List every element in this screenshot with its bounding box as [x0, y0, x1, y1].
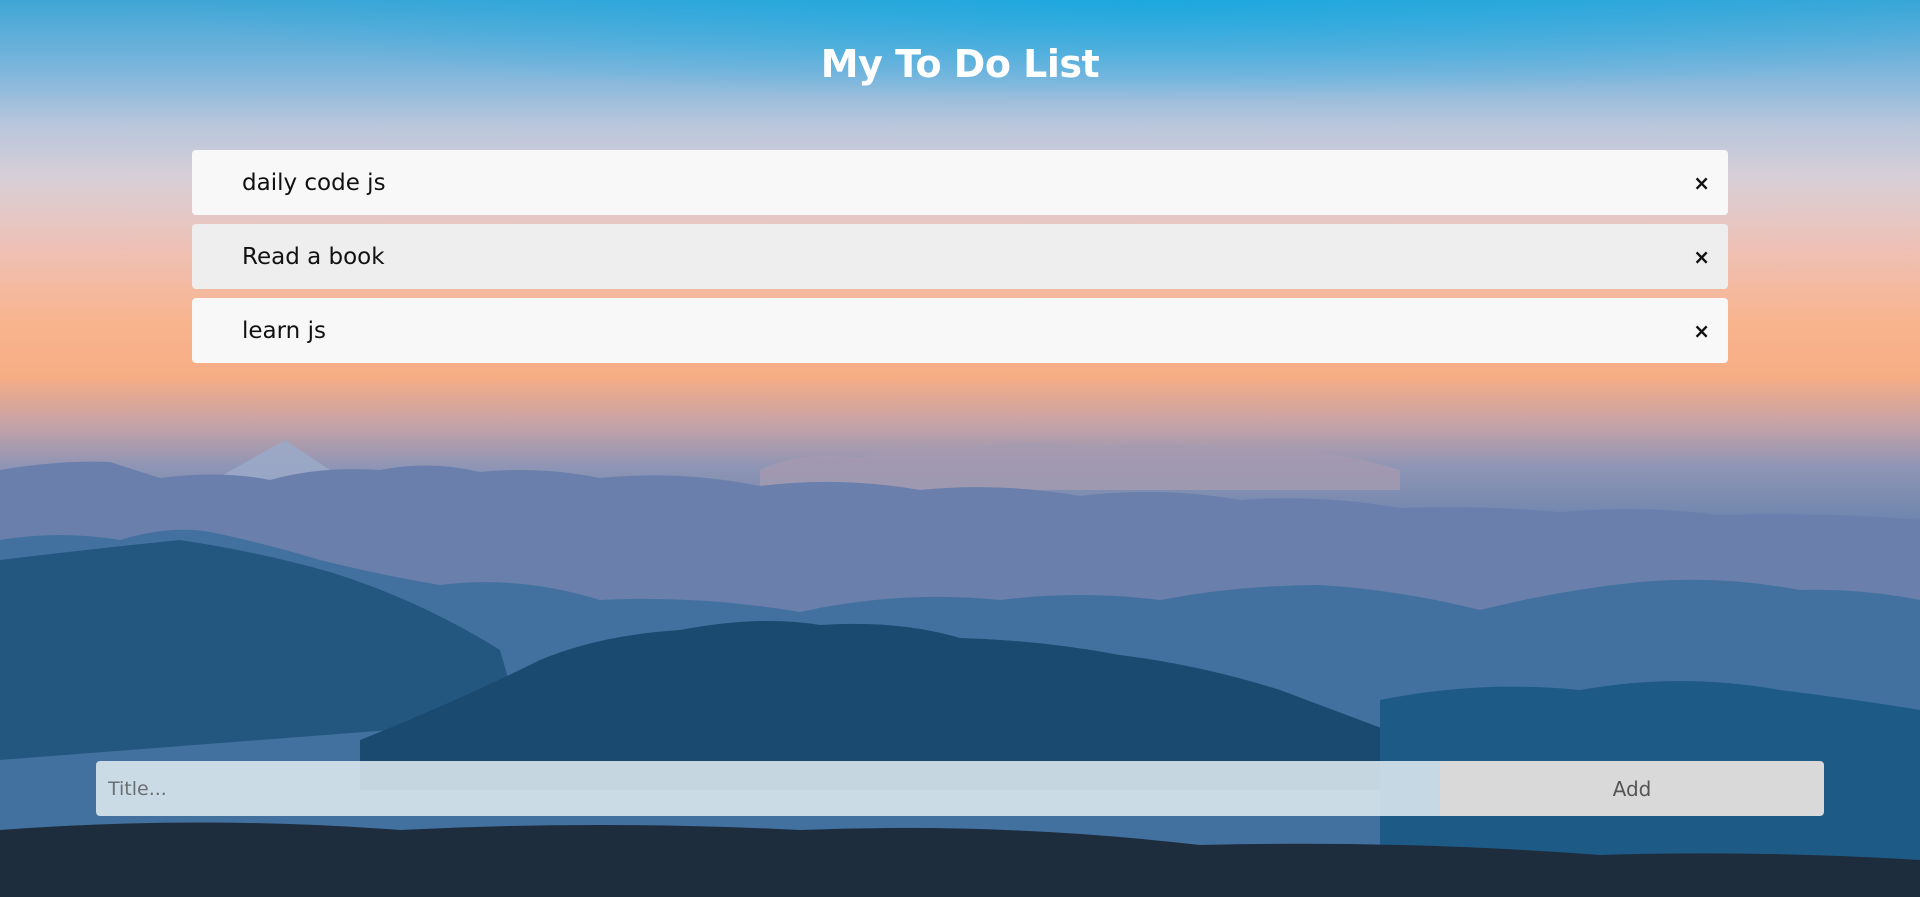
far-peak [200, 440, 380, 495]
close-icon[interactable]: × [1693, 245, 1710, 269]
add-todo-form: Add [96, 761, 1824, 816]
close-icon[interactable]: × [1693, 319, 1710, 343]
close-icon[interactable]: × [1693, 171, 1710, 195]
todo-item-label: daily code js [242, 169, 386, 196]
title-input[interactable] [96, 761, 1440, 816]
add-button[interactable]: Add [1440, 761, 1824, 816]
todo-list: daily code js × Read a book × learn js × [192, 150, 1728, 372]
todo-item[interactable]: Read a book × [192, 224, 1728, 289]
foreground [0, 822, 1920, 897]
todo-item[interactable]: daily code js × [192, 150, 1728, 215]
far-range [0, 461, 1920, 897]
todo-item[interactable]: learn js × [192, 298, 1728, 363]
near-hill-left [0, 540, 520, 760]
mid-range [0, 529, 1920, 897]
todo-item-label: Read a book [242, 243, 385, 270]
todo-item-label: learn js [242, 317, 326, 344]
page-title: My To Do List [820, 42, 1100, 86]
cloud-band [760, 442, 1400, 490]
